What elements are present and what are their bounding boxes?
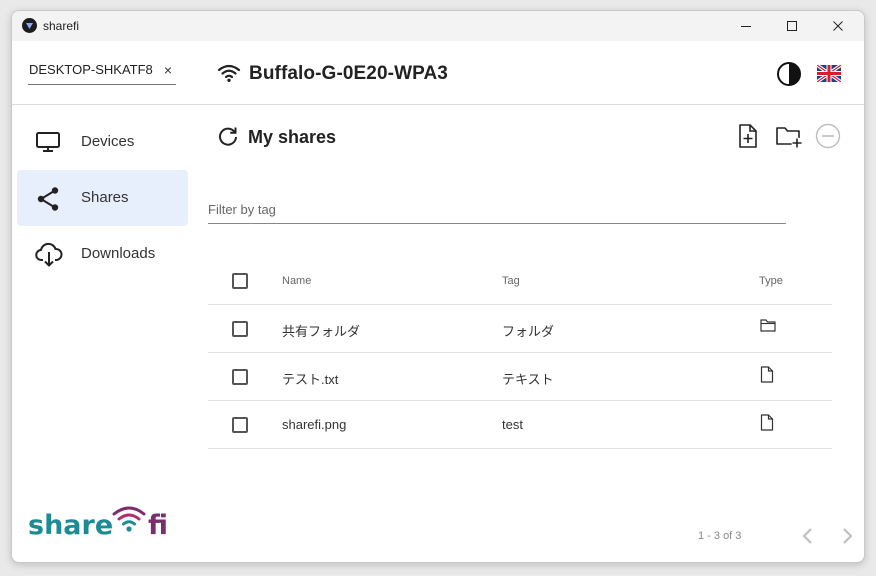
sharefi-logo: share fi — [28, 506, 168, 541]
cell-tag: test — [502, 417, 523, 432]
add-folder-icon[interactable] — [775, 123, 803, 149]
logo-text-share: share — [28, 510, 113, 541]
cell-tag: テキスト — [502, 372, 554, 387]
shares-table: Name Tag Type 共有フォルダ フォルダ テスト.txt テキスト s… — [208, 257, 832, 449]
row-checkbox[interactable] — [232, 417, 248, 433]
sidebar: Devices Shares Downloads — [12, 106, 192, 562]
wifi-icon — [217, 64, 241, 82]
table-header: Name Tag Type — [208, 257, 832, 305]
remove-icon[interactable] — [815, 123, 841, 149]
sidebar-item-label: Downloads — [81, 245, 156, 262]
cell-tag: フォルダ — [502, 324, 555, 339]
clear-host-button[interactable]: × — [164, 62, 172, 78]
chevron-left-icon[interactable] — [799, 525, 817, 547]
sidebar-item-shares[interactable]: Shares — [17, 170, 188, 226]
row-checkbox[interactable] — [232, 321, 248, 337]
table-row[interactable]: 共有フォルダ フォルダ — [208, 305, 832, 353]
tag-filter-input[interactable]: Filter by tag — [208, 198, 786, 224]
sidebar-item-downloads[interactable]: Downloads — [17, 226, 188, 282]
minimize-icon — [741, 26, 751, 27]
cell-name: テスト.txt — [282, 372, 339, 387]
logo-text-fi: fi — [148, 510, 168, 541]
title-bar: sharefi — [12, 11, 864, 41]
share-icon — [37, 187, 59, 211]
cell-name: 共有フォルダ — [282, 324, 361, 339]
cloud-download-icon — [35, 242, 63, 267]
close-icon — [833, 21, 843, 31]
page-title: My shares — [248, 127, 337, 147]
host-name: DESKTOP-SHKATF8 — [29, 62, 153, 77]
column-header-name[interactable]: Name — [282, 275, 311, 287]
window-title: sharefi — [43, 19, 80, 33]
cell-name: sharefi.png — [282, 417, 347, 432]
row-checkbox[interactable] — [232, 369, 248, 385]
sidebar-item-label: Shares — [81, 189, 129, 206]
maximize-button[interactable] — [769, 11, 815, 41]
minimize-button[interactable] — [723, 11, 769, 41]
uk-flag-icon[interactable] — [817, 65, 841, 82]
folder-icon — [760, 319, 776, 332]
column-header-type[interactable]: Type — [759, 275, 783, 287]
monitor-icon — [36, 132, 60, 152]
refresh-icon[interactable] — [217, 126, 239, 148]
table-row[interactable]: テスト.txt テキスト — [208, 353, 832, 401]
network-name: Buffalo-G-0E20-WPA3 — [249, 63, 448, 84]
column-header-tag[interactable]: Tag — [502, 275, 520, 287]
select-all-checkbox[interactable] — [232, 273, 248, 289]
file-icon — [760, 414, 774, 431]
host-field[interactable]: DESKTOP-SHKATF8 × — [28, 60, 176, 85]
chevron-right-icon[interactable] — [838, 525, 856, 547]
file-icon — [760, 366, 774, 383]
close-window-button[interactable] — [815, 11, 861, 41]
pagination-range: 1 - 3 of 3 — [698, 530, 742, 542]
filter-placeholder: Filter by tag — [208, 202, 276, 217]
maximize-icon — [787, 21, 797, 31]
main-content: My shares Filter by tag Name Tag Type 共有… — [192, 106, 864, 562]
app-header: DESKTOP-SHKATF8 × Buffalo-G-0E20-WPA3 — [12, 41, 864, 105]
theme-toggle-icon[interactable] — [776, 61, 802, 87]
sidebar-item-devices[interactable]: Devices — [17, 114, 188, 170]
app-window: sharefi DESKTOP-SHKATF8 × Buffalo-G-0E20… — [11, 10, 865, 563]
app-logo-icon — [22, 18, 37, 33]
table-row[interactable]: sharefi.png test — [208, 401, 832, 449]
sidebar-item-label: Devices — [81, 133, 135, 150]
add-file-icon[interactable] — [737, 123, 759, 149]
